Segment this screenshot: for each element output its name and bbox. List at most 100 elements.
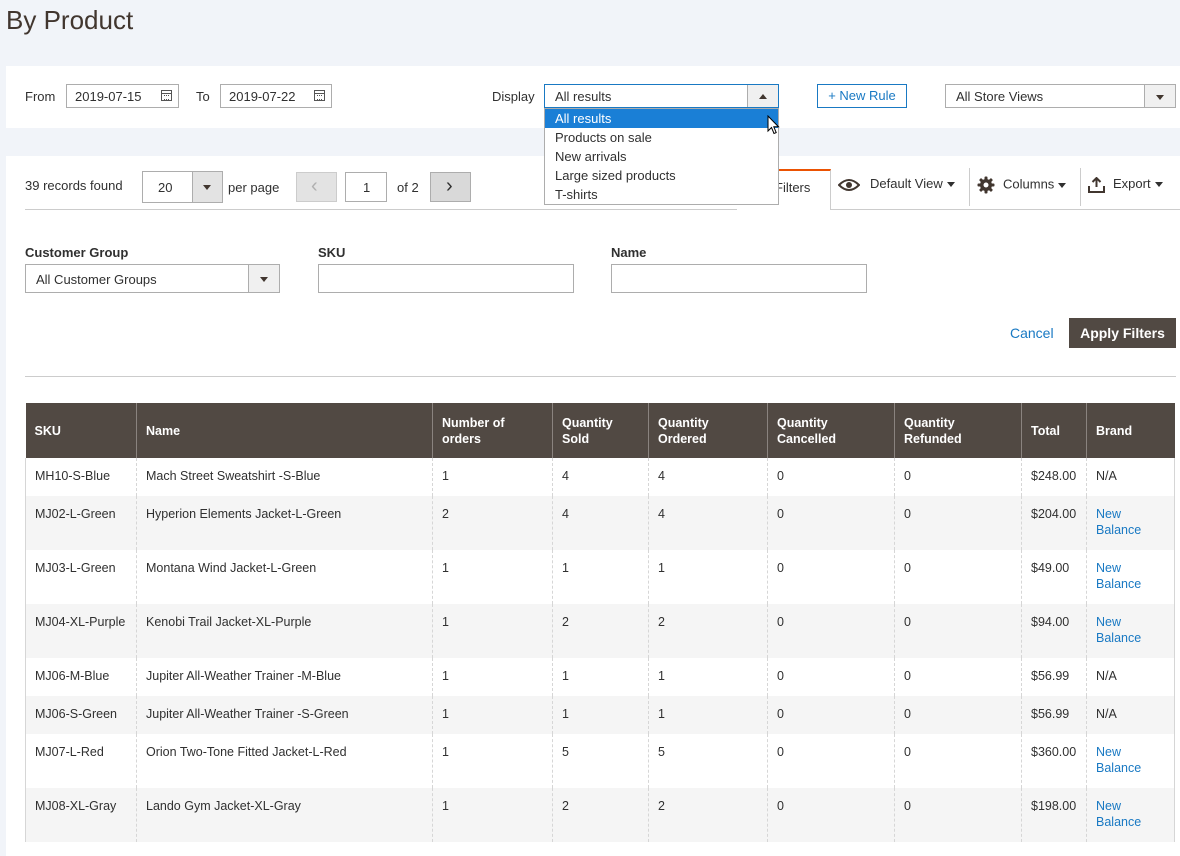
- cell-brand: New Balance: [1086, 550, 1175, 604]
- previous-page-button[interactable]: ‹: [296, 172, 337, 202]
- cell-cancelled: 0: [767, 550, 895, 604]
- column-header[interactable]: Quantity Cancelled: [767, 403, 895, 458]
- table-row: MJ08-XL-Gray Lando Gym Jacket-XL-Gray 1 …: [25, 788, 1175, 842]
- display-label: Display: [492, 89, 535, 104]
- from-date-input[interactable]: 2019-07-15: [66, 84, 179, 108]
- cell-sku: MJ03-L-Green: [25, 550, 137, 604]
- cell-cancelled: 0: [767, 604, 895, 658]
- cell-refunded: 0: [894, 550, 1022, 604]
- cell-cancelled: 0: [767, 658, 895, 696]
- calendar-icon[interactable]: [314, 90, 325, 101]
- cell-ordered: 5: [648, 734, 768, 788]
- cell-sold: 1: [552, 696, 649, 734]
- cell-sku: MJ02-L-Green: [25, 496, 137, 550]
- report-table: SKU Name Number of orders Quantity Sold …: [25, 403, 1175, 842]
- cell-name: Hyperion Elements Jacket-L-Green: [136, 496, 433, 550]
- cell-total: $94.00: [1021, 604, 1087, 658]
- sku-label: SKU: [318, 245, 346, 260]
- column-header[interactable]: Name: [136, 403, 433, 458]
- calendar-icon[interactable]: [161, 90, 172, 101]
- cell-name: Kenobi Trail Jacket-XL-Purple: [136, 604, 433, 658]
- option-t-shirts[interactable]: T-shirts: [545, 185, 778, 204]
- column-header[interactable]: Total: [1021, 403, 1087, 458]
- dropdown-toggle[interactable]: [192, 172, 222, 202]
- to-label: To: [196, 89, 210, 104]
- column-header[interactable]: SKU: [25, 403, 137, 458]
- column-header[interactable]: Brand: [1086, 403, 1175, 458]
- cell-total: $248.00: [1021, 458, 1087, 496]
- column-header[interactable]: Quantity Refunded: [894, 403, 1022, 458]
- page-number-value: 1: [363, 180, 371, 195]
- page-number-input[interactable]: 1: [345, 172, 387, 202]
- cell-ordered: 1: [648, 550, 768, 604]
- cell-refunded: 0: [894, 788, 1022, 842]
- cell-ordered: 1: [648, 658, 768, 696]
- to-date-value: 2019-07-22: [229, 89, 296, 104]
- option-new-arrivals[interactable]: New arrivals: [545, 147, 778, 166]
- cell-sku: MJ06-M-Blue: [25, 658, 137, 696]
- dropdown-toggle[interactable]: [248, 265, 279, 292]
- cell-refunded: 0: [894, 604, 1022, 658]
- option-large-sized-products[interactable]: Large sized products: [545, 166, 778, 185]
- cell-orders: 1: [432, 696, 553, 734]
- cell-sold: 5: [552, 734, 649, 788]
- table-row: MJ07-L-Red Orion Two-Tone Fitted Jacket-…: [25, 734, 1175, 788]
- cell-orders: 1: [432, 788, 553, 842]
- sku-input[interactable]: [318, 264, 574, 293]
- to-date-input[interactable]: 2019-07-22: [220, 84, 332, 108]
- name-input[interactable]: [611, 264, 867, 293]
- cell-sku: MJ06-S-Green: [25, 696, 137, 734]
- brand-link[interactable]: New Balance: [1096, 745, 1141, 775]
- cell-name: Jupiter All-Weather Trainer -S-Green: [136, 696, 433, 734]
- column-header[interactable]: Quantity Sold: [552, 403, 649, 458]
- brand-link[interactable]: New Balance: [1096, 799, 1141, 829]
- cell-total: $56.99: [1021, 658, 1087, 696]
- table-row: MH10-S-Blue Mach Street Sweatshirt -S-Bl…: [25, 458, 1175, 496]
- customer-group-value: All Customer Groups: [36, 272, 157, 287]
- default-view-button[interactable]: Default View: [837, 176, 955, 192]
- new-rule-button[interactable]: + New Rule: [817, 84, 907, 108]
- cell-cancelled: 0: [767, 458, 895, 496]
- cell-ordered: 2: [648, 788, 768, 842]
- option-products-on-sale[interactable]: Products on sale: [545, 128, 778, 147]
- cell-name: Mach Street Sweatshirt -S-Blue: [136, 458, 433, 496]
- columns-button[interactable]: Columns: [977, 176, 1067, 194]
- brand-link[interactable]: New Balance: [1096, 615, 1141, 645]
- next-page-button[interactable]: ›: [430, 172, 471, 202]
- store-view-select[interactable]: All Store Views: [945, 84, 1176, 108]
- page-total: of 2: [397, 180, 419, 195]
- filters-tab[interactable]: Filters: [775, 169, 831, 210]
- display-select[interactable]: All results: [544, 84, 779, 108]
- divider: [25, 209, 737, 210]
- divider: [1080, 168, 1081, 206]
- divider: [25, 376, 1176, 377]
- per-page-select[interactable]: 20: [142, 171, 223, 203]
- brand-link[interactable]: New Balance: [1096, 561, 1141, 591]
- chevron-right-icon: ›: [446, 175, 453, 197]
- table-header-row: SKU Name Number of orders Quantity Sold …: [25, 403, 1175, 458]
- option-all-results[interactable]: All results: [545, 109, 778, 128]
- column-header[interactable]: Number of orders: [432, 403, 553, 458]
- export-button[interactable]: Export: [1088, 176, 1163, 193]
- cancel-button[interactable]: Cancel: [1010, 325, 1054, 341]
- cell-orders: 1: [432, 734, 553, 788]
- cell-orders: 2: [432, 496, 553, 550]
- per-page-label: per page: [228, 180, 280, 195]
- cell-brand: N/A: [1086, 696, 1175, 734]
- cell-sold: 4: [552, 458, 649, 496]
- dropdown-toggle[interactable]: [747, 85, 778, 107]
- cell-sold: 1: [552, 550, 649, 604]
- cell-sku: MJ08-XL-Gray: [25, 788, 137, 842]
- dropdown-toggle[interactable]: [1144, 85, 1175, 107]
- apply-filters-button[interactable]: Apply Filters: [1069, 318, 1176, 348]
- cell-name: Montana Wind Jacket-L-Green: [136, 550, 433, 604]
- customer-group-label: Customer Group: [25, 245, 129, 260]
- brand-link[interactable]: New Balance: [1096, 507, 1141, 537]
- chevron-down-icon: [1156, 95, 1164, 100]
- cell-refunded: 0: [894, 734, 1022, 788]
- customer-group-select[interactable]: All Customer Groups: [25, 264, 280, 293]
- column-header[interactable]: Quantity Ordered: [648, 403, 768, 458]
- name-label: Name: [611, 245, 647, 260]
- cell-name: Jupiter All-Weather Trainer -M-Blue: [136, 658, 433, 696]
- cell-ordered: 1: [648, 696, 768, 734]
